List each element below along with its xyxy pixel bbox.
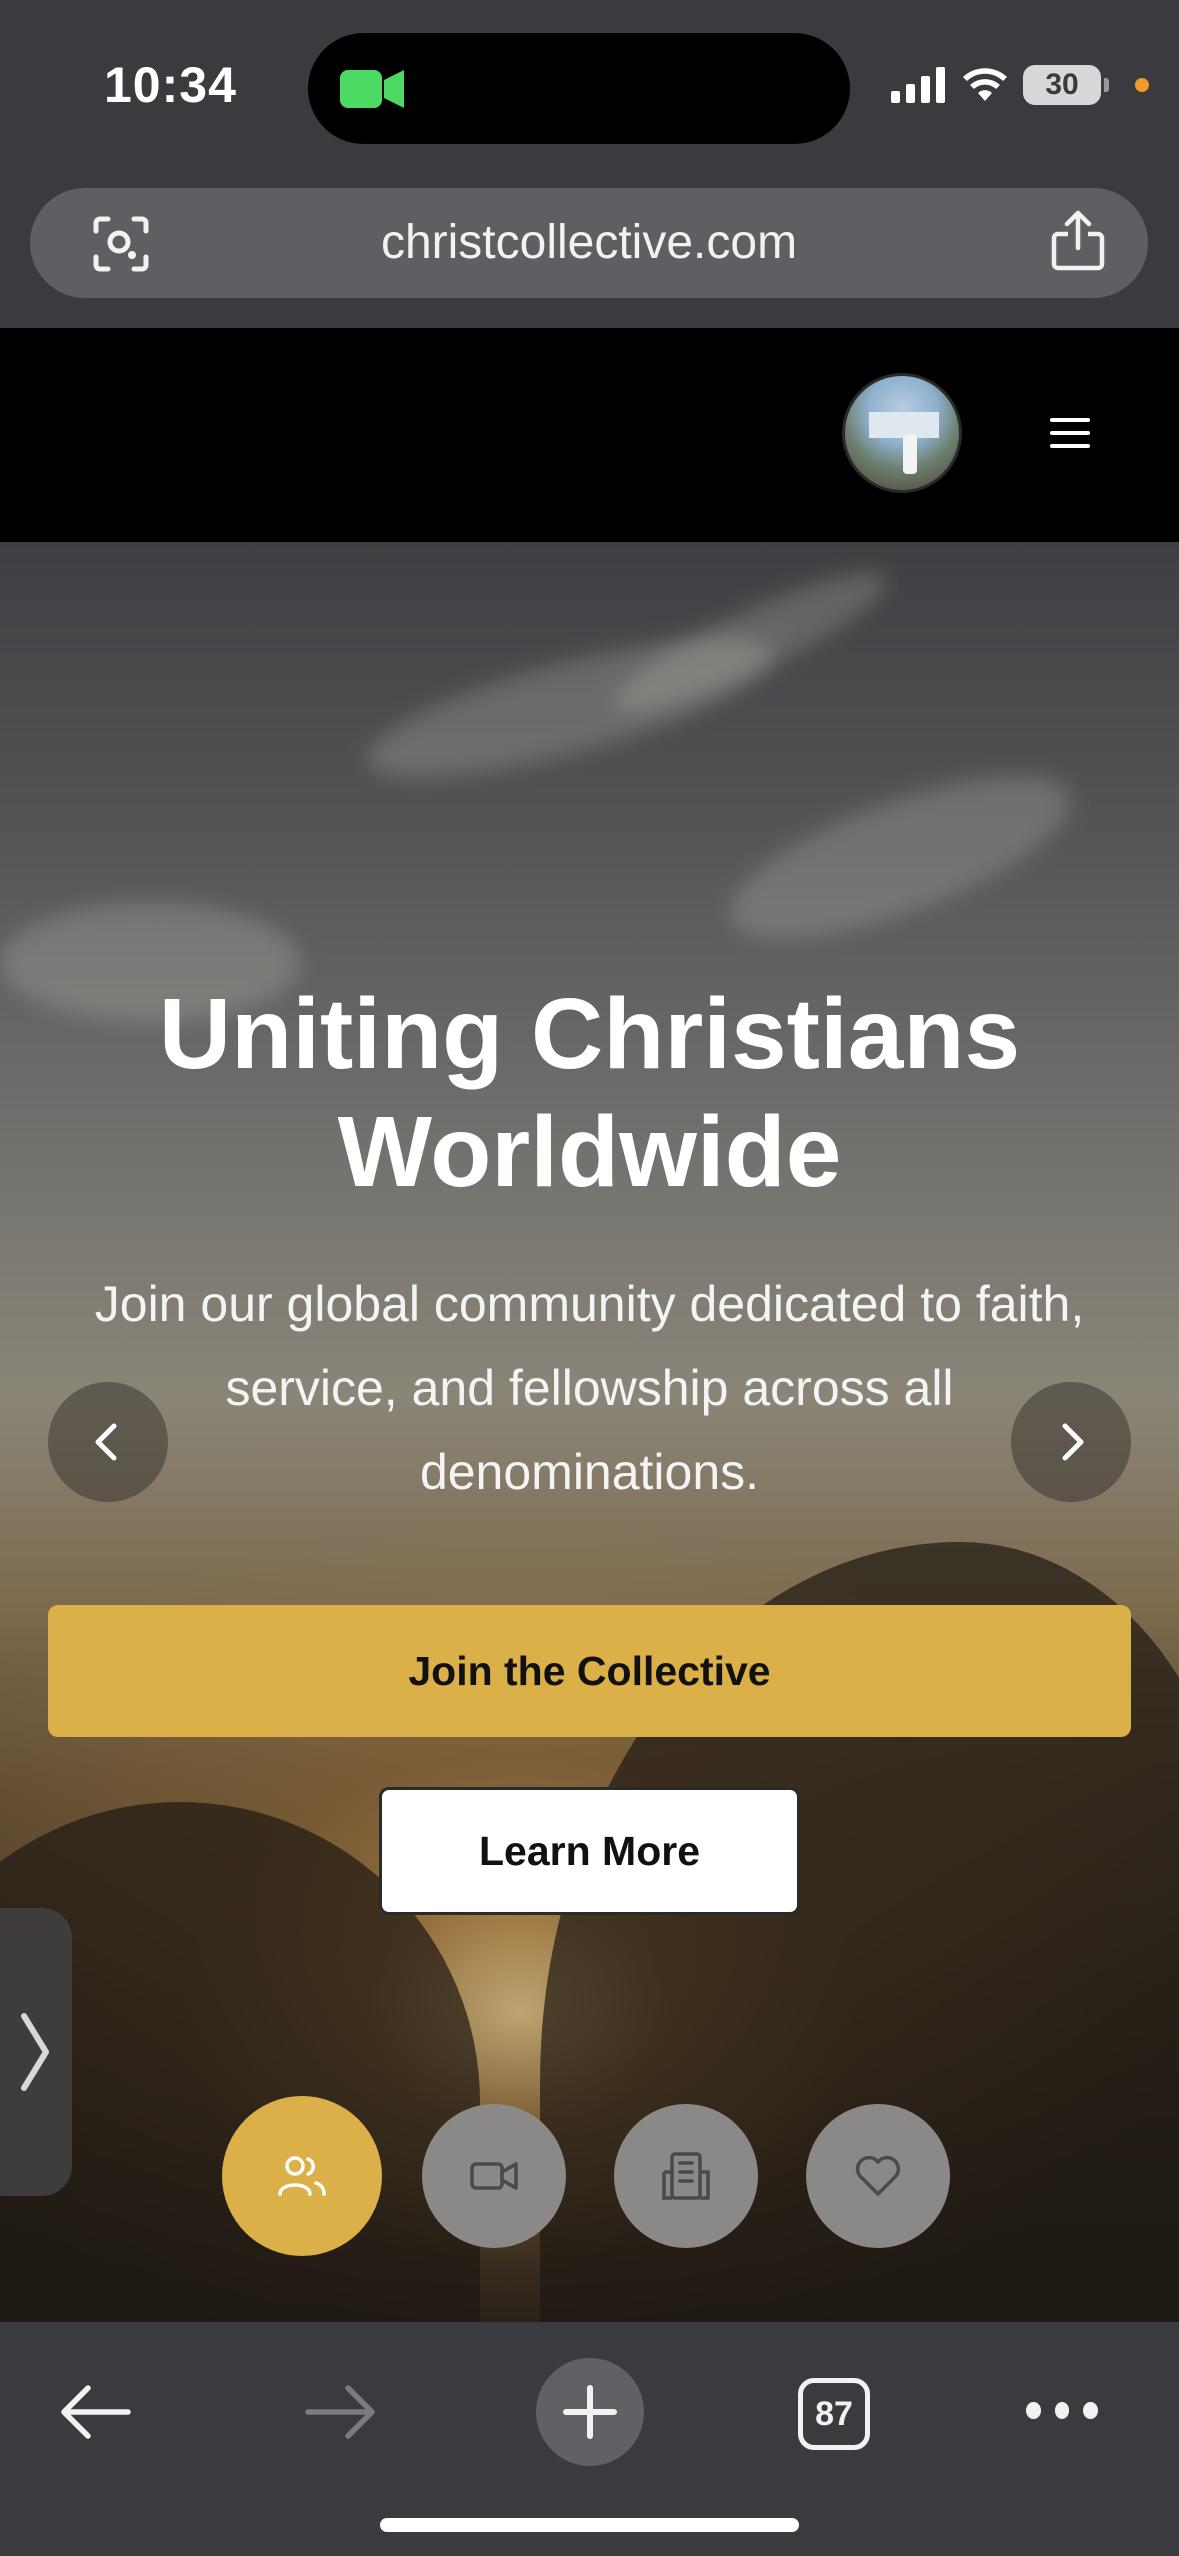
building-icon	[662, 2152, 710, 2200]
avatar-person-shape	[903, 434, 917, 474]
cellular-signal-icon	[891, 67, 945, 103]
url-text[interactable]: christcollective.com	[30, 215, 1148, 270]
avatar[interactable]	[842, 373, 962, 493]
cloud-shape	[601, 551, 899, 733]
status-icons: 30	[891, 60, 1149, 110]
chevron-right-icon	[21, 2013, 49, 2091]
tab-count-button[interactable]: 87	[798, 2378, 870, 2450]
hero-title: Uniting Christians Worldwide	[158, 978, 1021, 1208]
status-bar: 10:34 30	[0, 0, 1179, 180]
hero-subtitle: Join our global community dedicated to f…	[94, 1276, 1085, 1500]
home-indicator[interactable]	[380, 2518, 799, 2532]
more-icon[interactable]	[1026, 2402, 1099, 2422]
users-icon	[278, 2156, 326, 2196]
organizations-feature-button[interactable]	[614, 2104, 758, 2248]
side-drawer-tab[interactable]	[0, 1908, 72, 2196]
address-bar[interactable]: christcollective.com	[30, 188, 1148, 298]
carousel-prev-button[interactable]	[48, 1382, 168, 1502]
cloud-shape	[712, 743, 1088, 971]
privacy-indicator-dot	[1135, 78, 1149, 92]
heart-icon	[855, 2155, 901, 2196]
learn-more-button[interactable]: Learn More	[379, 1787, 800, 1915]
camera-active-icon	[340, 70, 404, 108]
chevron-left-icon	[95, 1423, 117, 1461]
status-time: 10:34	[104, 57, 237, 113]
carousel-next-button[interactable]	[1011, 1382, 1131, 1502]
join-collective-button[interactable]: Join the Collective	[48, 1605, 1131, 1737]
wifi-icon	[963, 68, 1007, 101]
battery-icon: 30	[1023, 65, 1109, 105]
chevron-right-icon	[1062, 1423, 1084, 1461]
site-header	[0, 328, 1179, 542]
video-feature-button[interactable]	[422, 2104, 566, 2248]
back-arrow-icon[interactable]	[58, 2382, 132, 2442]
dynamic-island	[308, 33, 850, 144]
video-camera-icon	[470, 2162, 518, 2190]
hamburger-menu-icon[interactable]	[1050, 418, 1090, 448]
new-tab-icon	[563, 2385, 617, 2439]
share-icon[interactable]	[1050, 210, 1106, 272]
new-tab-button[interactable]	[536, 2358, 644, 2466]
community-feature-button[interactable]	[222, 2096, 382, 2256]
giving-feature-button[interactable]	[806, 2104, 950, 2248]
forward-arrow-icon[interactable]	[304, 2382, 378, 2442]
